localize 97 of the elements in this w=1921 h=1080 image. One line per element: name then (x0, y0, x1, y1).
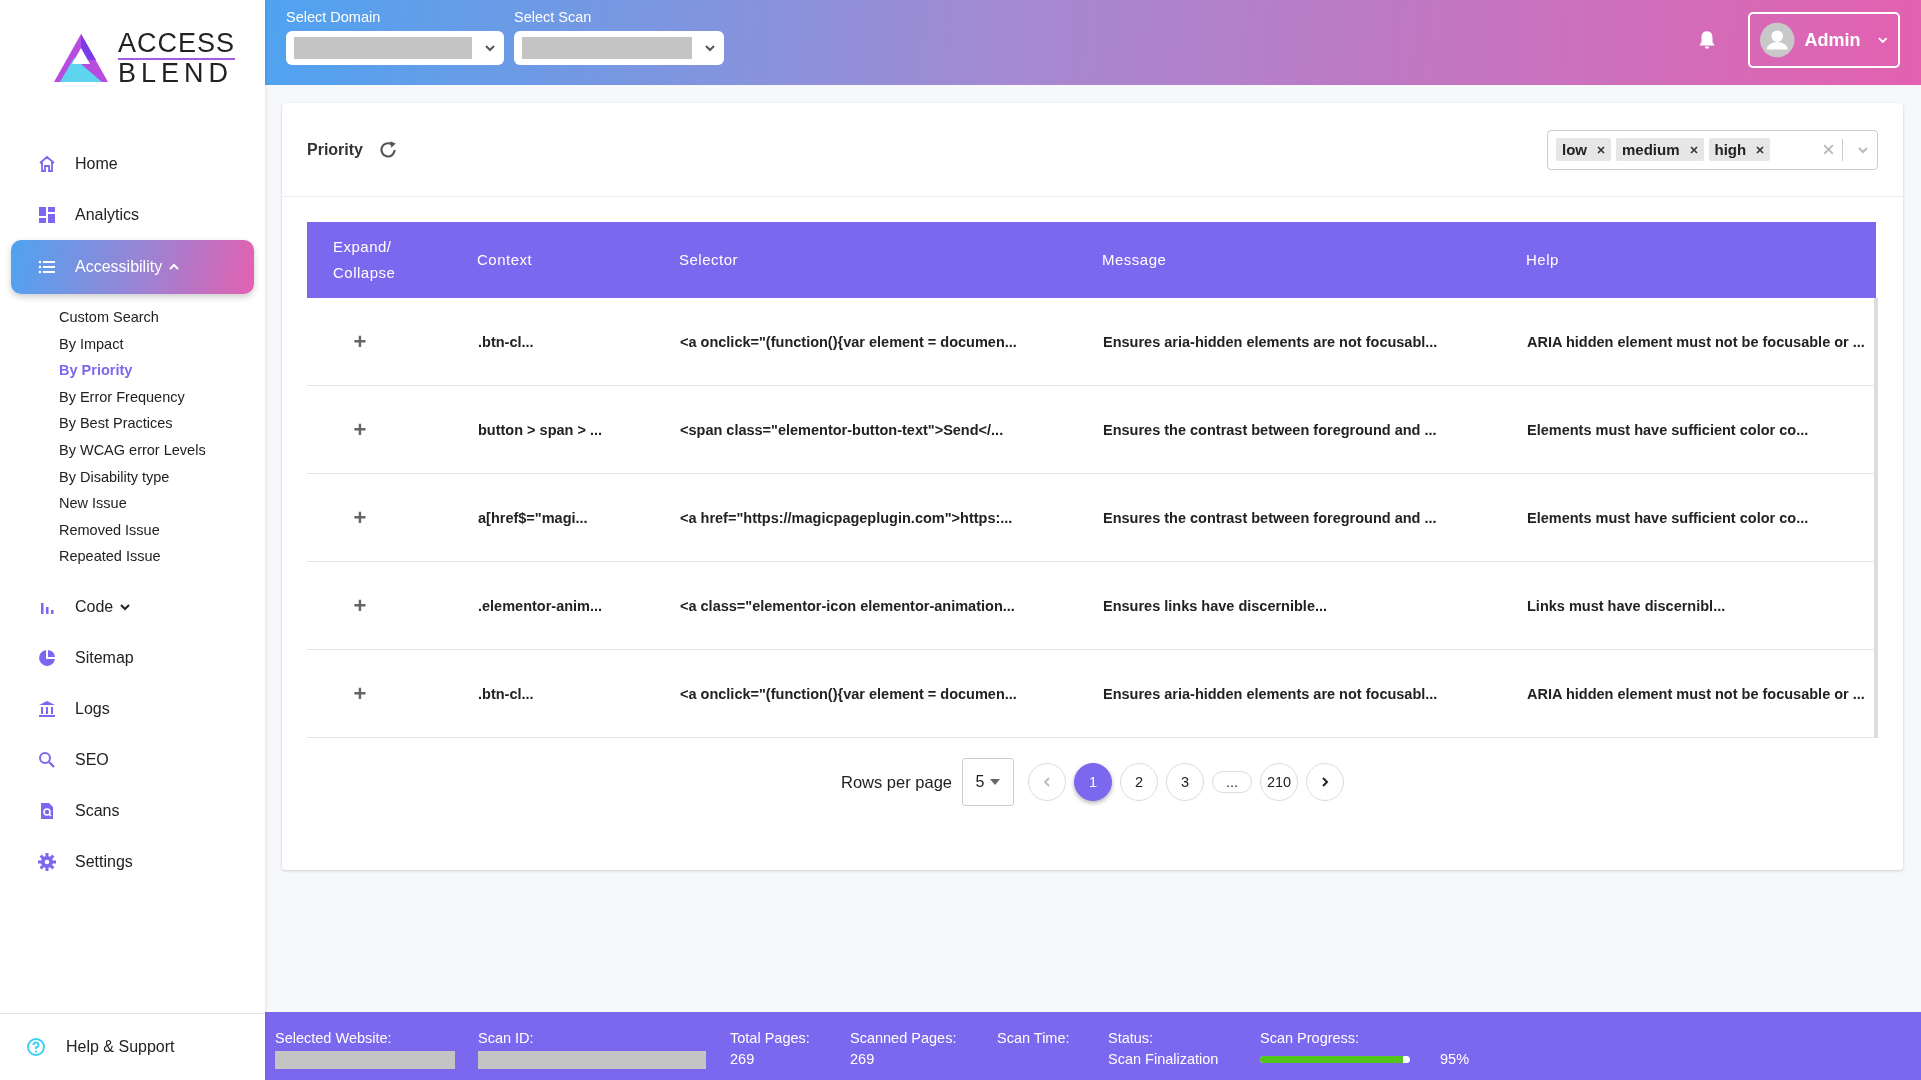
rows-per-page-select[interactable]: 5 (962, 758, 1014, 806)
submenu-item[interactable]: New Issue (59, 490, 254, 517)
table-cell: <span class="elementor-button-text">Send</... (680, 421, 1004, 438)
sidebar-item[interactable]: Home (11, 138, 254, 189)
bell-icon[interactable] (1696, 29, 1718, 51)
sidebar-item[interactable]: Logs (11, 683, 254, 735)
sidebar-item[interactable]: Analytics (11, 189, 254, 240)
page-button[interactable]: 210 (1260, 763, 1298, 801)
expand-button[interactable]: + (308, 679, 418, 708)
submenu-item[interactable]: By Impact (59, 330, 254, 358)
table-cell: Ensures the contrast between foreground and ... (1103, 509, 1437, 526)
status-value: 269 (730, 1051, 756, 1067)
submenu-item[interactable]: By Error Frequency (59, 383, 254, 411)
table-cell: <a onclick="(function(){var element = documen... (680, 685, 1017, 702)
select-dropdown[interactable] (286, 31, 504, 65)
bank-icon (37, 699, 57, 720)
table-cell: ARIA hidden element must not be focusable or ... (1527, 685, 1865, 702)
pie-chart-icon (37, 648, 57, 669)
column-header: Help (1526, 251, 1559, 268)
chevron-left-icon (1041, 776, 1053, 788)
sidebar-item[interactable]: Sitemap (11, 632, 254, 684)
sidebar-item[interactable]: Settings (11, 836, 254, 888)
refresh-icon[interactable] (377, 138, 399, 161)
home-icon (37, 153, 57, 174)
submenu-item[interactable]: Repeated Issue (59, 543, 254, 570)
table-cell: Elements must have sufficient color co... (1527, 509, 1809, 526)
remove-icon[interactable] (1597, 145, 1605, 154)
expand-button[interactable]: + (308, 591, 418, 620)
table-cell: button > span > ... (478, 421, 603, 438)
submenu-item[interactable]: By Best Practices (59, 410, 254, 437)
status-label: Scanned Pages: (850, 1030, 958, 1046)
page-button[interactable]: 2 (1120, 763, 1158, 801)
submenu-item[interactable]: By Disability type (59, 463, 254, 491)
table-cell: Ensures the contrast between foreground and ... (1103, 421, 1437, 438)
remove-icon[interactable] (1756, 145, 1765, 154)
avatar-icon (1760, 22, 1795, 58)
table-cell: .btn-cl... (478, 333, 534, 350)
chevron-right-icon (1319, 776, 1331, 788)
table-cell: <a class="elementor-icon elementor-animation... (680, 597, 1015, 614)
column-header: Message (1102, 251, 1167, 268)
table-cell: <a onclick="(function(){var element = documen... (680, 333, 1017, 350)
logo-icon (52, 32, 110, 84)
column-header: Selector (679, 251, 739, 268)
table-cell: Ensures links have discernible... (1103, 597, 1328, 614)
status-label: Scan Time: (997, 1030, 1071, 1046)
select-dropdown[interactable] (514, 31, 724, 65)
status-label: Scan Progress: (1260, 1030, 1361, 1046)
card-title: Priority (307, 140, 363, 159)
status-value: 95% (1440, 1051, 1470, 1067)
dashboard-icon (37, 204, 57, 225)
chevron-down-icon (1876, 34, 1888, 46)
logo-text: ACCESS (118, 29, 236, 60)
page-button[interactable]: 1 (1074, 763, 1112, 801)
caret-icon (990, 779, 1001, 785)
column-header: Context (477, 251, 533, 268)
submenu-item[interactable]: By Priority (59, 357, 254, 384)
sidebar-item[interactable]: SEO (11, 734, 254, 786)
sidebar-item[interactable]: Scans (11, 785, 254, 837)
expand-button[interactable]: + (308, 503, 418, 532)
submenu-item[interactable]: Removed Issue (59, 516, 254, 544)
table-cell: .btn-cl... (478, 685, 534, 702)
table-cell: Links must have discernibl... (1527, 597, 1726, 614)
status-value: 269 (850, 1051, 876, 1067)
table-cell: Ensures aria-hidden elements are not focusabl... (1103, 333, 1438, 350)
table-cell: .elementor-anim... (478, 597, 603, 614)
submenu-item[interactable]: Custom Search (59, 304, 254, 331)
chevron-down-icon (484, 42, 496, 54)
table-cell: <a href="https://magicpageplugin.com">https:... (680, 509, 1013, 526)
table-cell: Ensures aria-hidden elements are not focusabl... (1103, 685, 1438, 702)
sidebar-item[interactable]: Code (11, 581, 254, 633)
help-icon (26, 1037, 46, 1057)
status-label: Scan ID: (478, 1030, 535, 1046)
filter-tag[interactable]: medium (1616, 138, 1704, 161)
select-label: Select Scan (514, 9, 593, 25)
select-label: Select Domain (286, 9, 382, 25)
page-button[interactable]: ... (1212, 771, 1252, 793)
remove-icon[interactable] (1689, 145, 1698, 154)
logo-text: BLEND (118, 59, 235, 87)
status-value: Scan Finalization (1108, 1051, 1220, 1067)
page-button[interactable]: 3 (1166, 763, 1204, 801)
expand-button[interactable]: + (308, 415, 418, 444)
filter-tag[interactable]: high (1708, 138, 1771, 161)
clear-icon[interactable] (1823, 144, 1834, 155)
rows-per-page-label: Rows per page (841, 772, 952, 792)
settings-icon (37, 852, 57, 873)
status-label: Selected Website: (275, 1030, 393, 1046)
expand-button[interactable]: + (308, 327, 418, 356)
filter-tag[interactable]: low (1556, 138, 1611, 161)
priority-multiselect[interactable]: low medium high (1547, 129, 1878, 170)
status-label: Status: (1108, 1030, 1155, 1046)
table-cell: Elements must have sufficient color co... (1527, 421, 1809, 438)
status-label: Total Pages: (730, 1030, 811, 1046)
table-cell: a[href$="magi... (478, 509, 588, 526)
submenu-item[interactable]: By WCAG error Levels (59, 436, 254, 464)
chevron-down-icon (704, 42, 716, 54)
column-header: Expand/ Collapse (333, 237, 397, 283)
table-cell: ARIA hidden element must not be focusable or ... (1527, 333, 1865, 350)
